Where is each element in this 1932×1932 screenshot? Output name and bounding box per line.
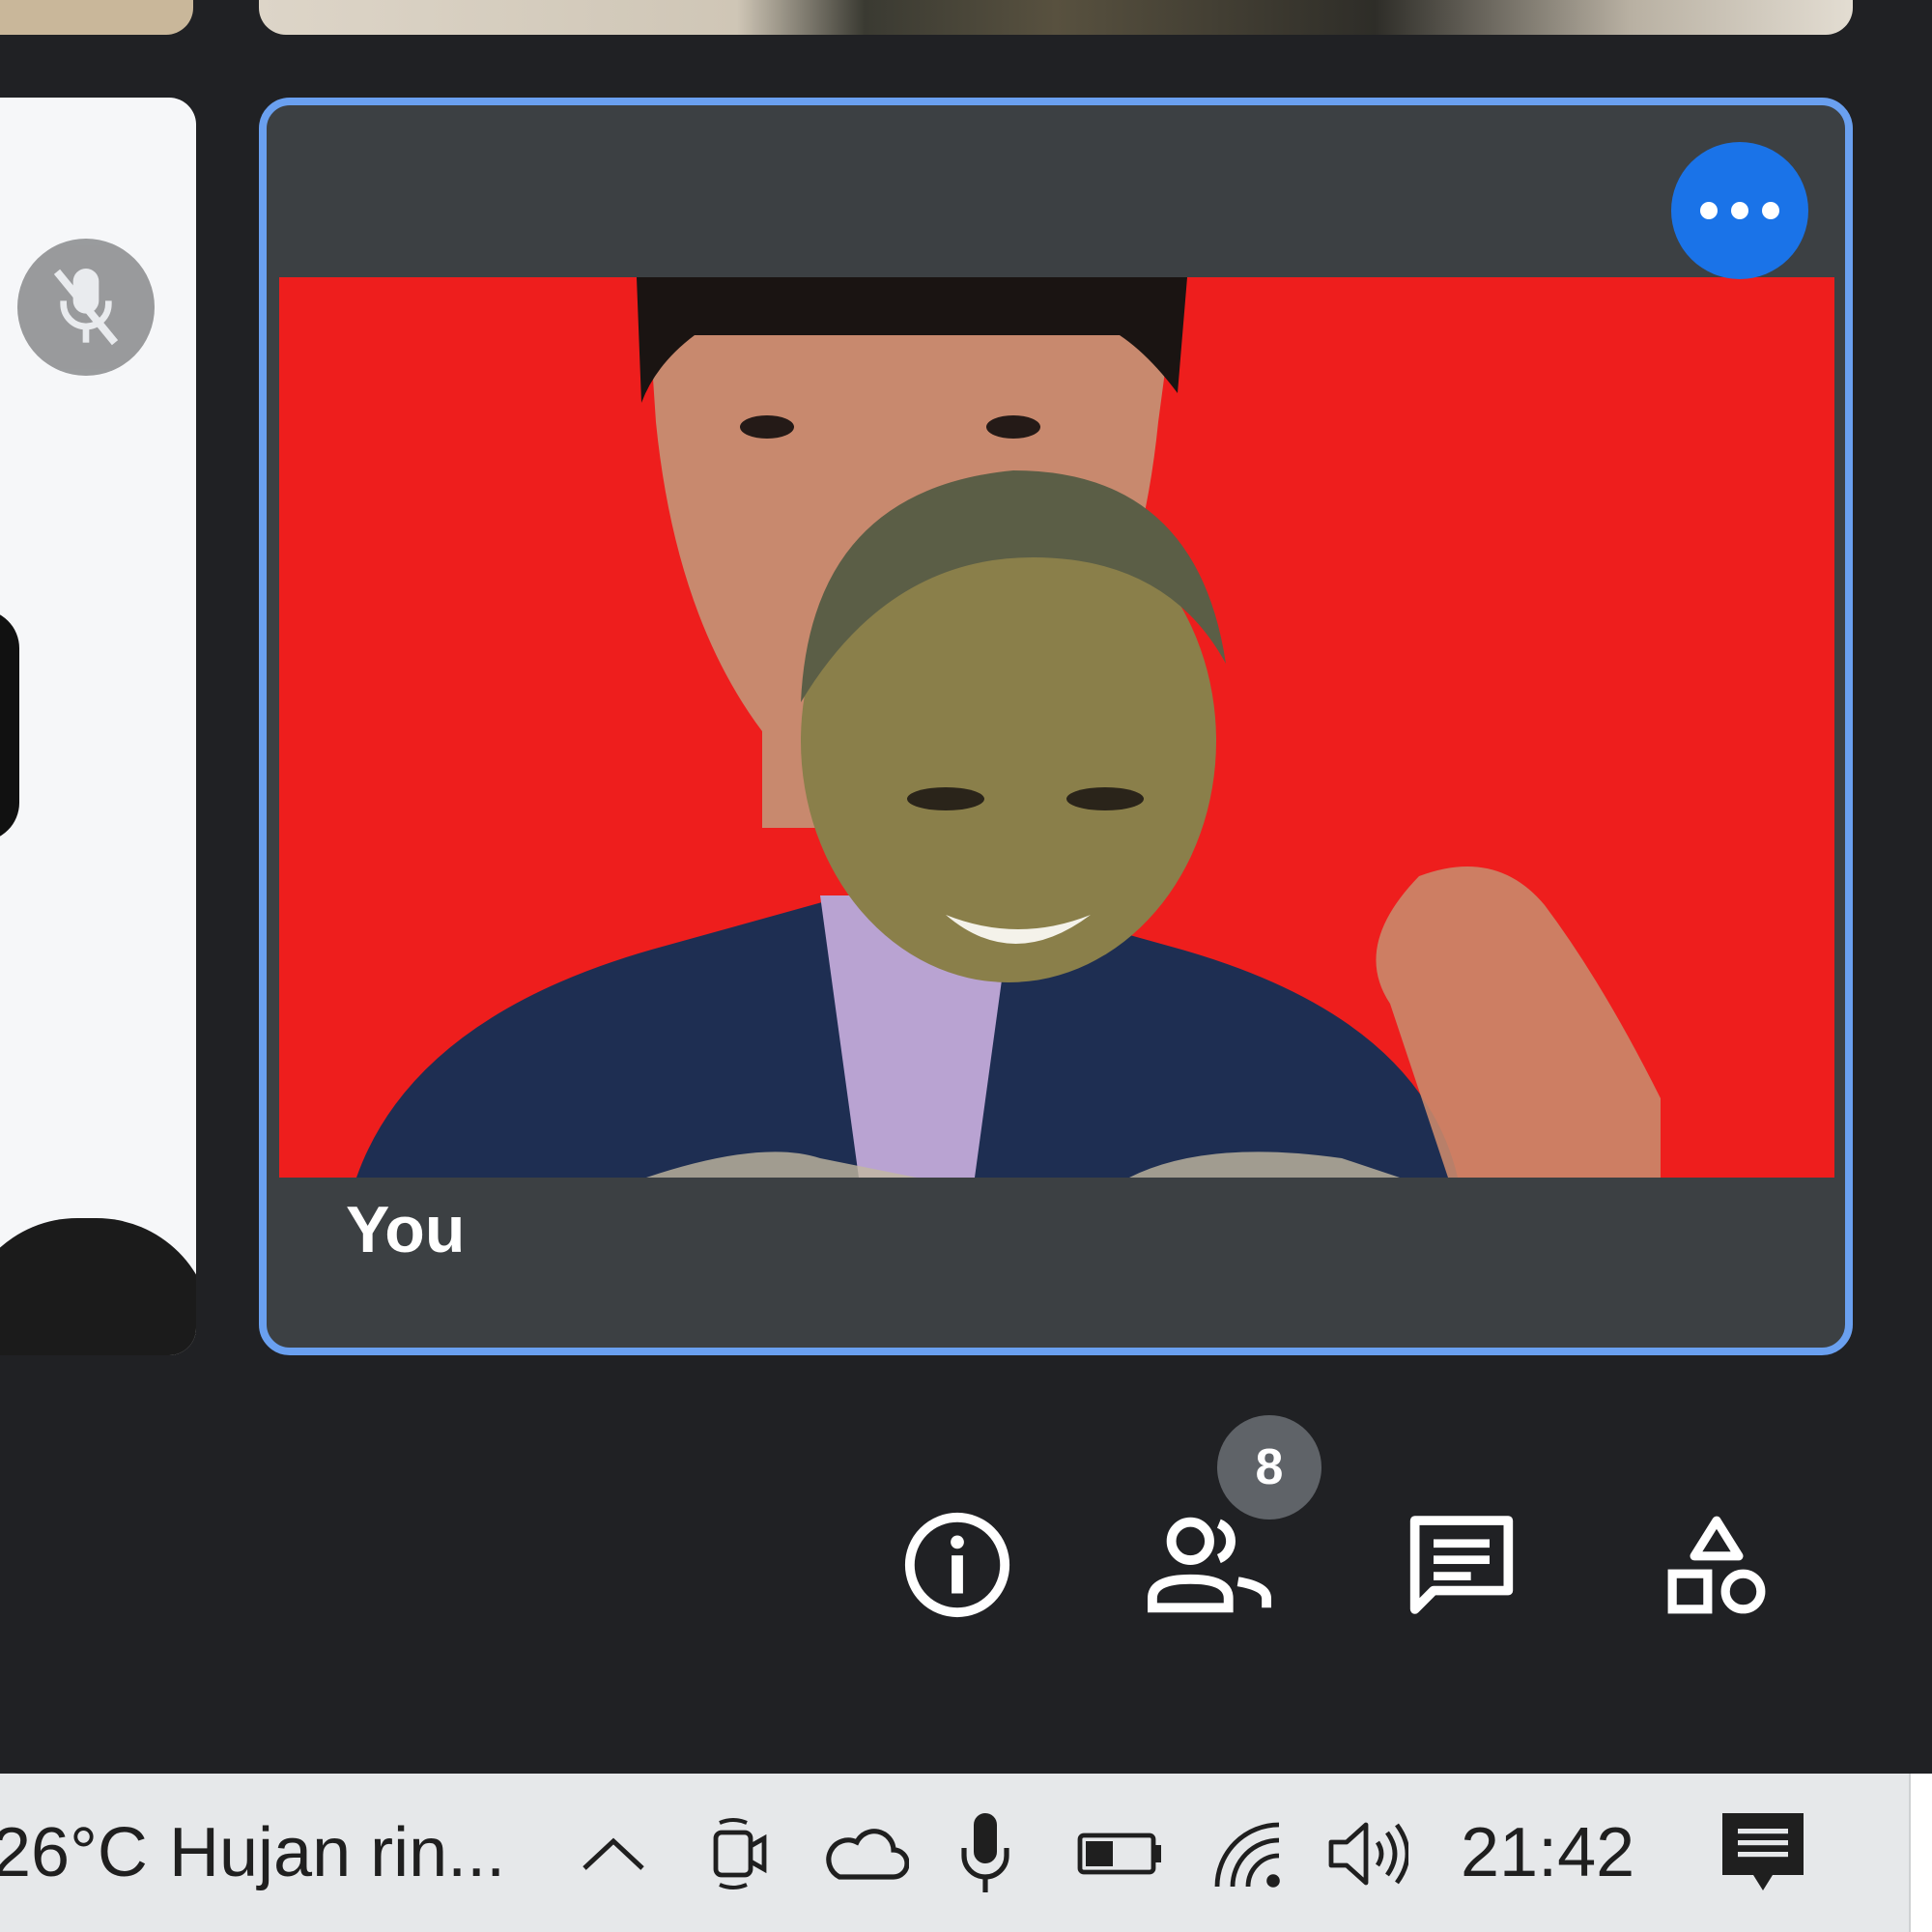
self-video <box>279 277 1834 1178</box>
activities-icon <box>1667 1516 1766 1614</box>
meeting-details-button[interactable] <box>890 1497 1025 1633</box>
participant-video-left <box>0 610 19 841</box>
system-taskbar: 26°C Hujan rin... 21:42 <box>0 1774 1932 1932</box>
self-name-label: You <box>346 1193 466 1266</box>
notification-icon <box>1722 1813 1804 1890</box>
info-icon <box>904 1512 1010 1618</box>
wifi-button[interactable] <box>1208 1814 1285 1893</box>
chat-icon <box>1409 1516 1514 1614</box>
participant-tile-top-right <box>259 0 1853 35</box>
chat-button[interactable] <box>1394 1497 1529 1633</box>
cloud-icon <box>826 1829 909 1880</box>
microphone-in-use-button[interactable] <box>952 1813 1019 1893</box>
battery-icon <box>1077 1833 1161 1875</box>
camera-in-use-button[interactable] <box>700 1814 778 1893</box>
participant-video-shoulder <box>0 1218 196 1355</box>
clock-time[interactable]: 21:42 <box>1461 1774 1634 1932</box>
onedrive-button[interactable] <box>816 1814 913 1893</box>
more-options-button[interactable] <box>1671 142 1808 279</box>
mic-off-icon <box>53 269 119 346</box>
participant-tile-top-left <box>0 0 193 35</box>
battery-button[interactable] <box>1072 1814 1169 1893</box>
self-video-feed <box>356 277 1661 1178</box>
microphone-icon <box>961 1813 1009 1892</box>
mic-off-indicator <box>17 239 155 376</box>
activities-button[interactable] <box>1649 1497 1784 1633</box>
participant-count-badge: 8 <box>1217 1415 1321 1520</box>
camera-icon <box>713 1818 767 1889</box>
notifications-button[interactable] <box>1715 1813 1811 1893</box>
weather-condition[interactable]: Hujan rin... <box>169 1774 505 1932</box>
chevron-up-icon <box>582 1837 644 1870</box>
volume-button[interactable] <box>1323 1814 1410 1893</box>
wifi-icon <box>1214 1822 1280 1888</box>
show-hidden-icons-button[interactable] <box>570 1814 657 1893</box>
more-dots-icon <box>1700 202 1779 219</box>
speaker-icon <box>1328 1822 1408 1886</box>
weather-temperature[interactable]: 26°C <box>0 1774 148 1932</box>
participant-tile-left <box>0 98 196 1355</box>
self-video-tile[interactable]: You <box>259 98 1853 1355</box>
show-desktop-button[interactable] <box>1909 1774 1932 1932</box>
people-icon <box>1148 1517 1271 1613</box>
